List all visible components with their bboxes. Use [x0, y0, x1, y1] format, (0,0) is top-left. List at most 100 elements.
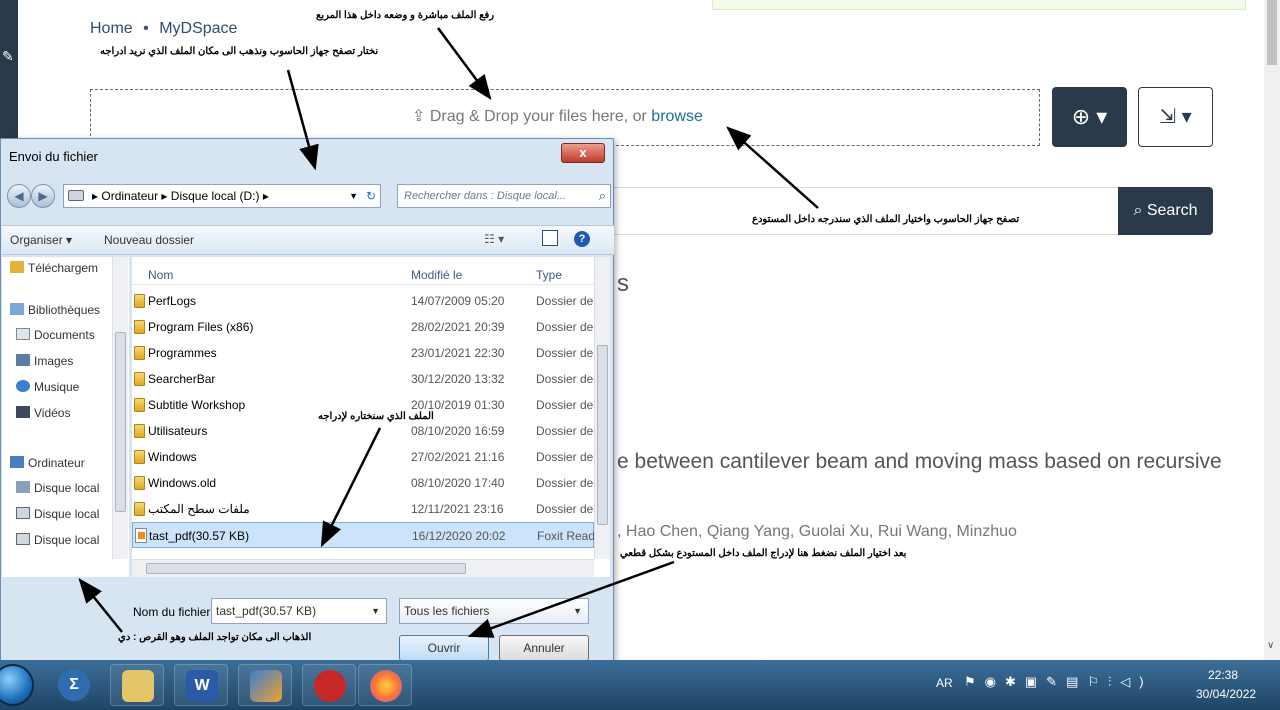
- navigation-scrollbar[interactable]: [112, 257, 128, 559]
- search-button-label: Search: [1146, 202, 1198, 219]
- taskbar-app-firefox[interactable]: [358, 664, 412, 706]
- nav-item-label: Musique: [34, 380, 80, 394]
- column-header-modified[interactable]: Modifié le: [411, 268, 462, 282]
- view-options-icon[interactable]: ☷ ▾: [484, 232, 504, 246]
- chevron-down-icon[interactable]: ▼: [573, 599, 582, 623]
- filename-label: Nom du fichier :: [133, 605, 218, 619]
- nav-item-label: Disque local: [34, 507, 100, 521]
- pdf-file-icon: [135, 528, 147, 543]
- nav-item-computer[interactable]: Ordinateur: [10, 456, 85, 470]
- folder-icon: [134, 450, 145, 464]
- address-separator: ▸: [262, 189, 269, 203]
- page-scrollbar[interactable]: ∨: [1264, 0, 1280, 660]
- documents-icon: [16, 328, 30, 340]
- chevron-down-icon[interactable]: ▼: [349, 185, 358, 207]
- breadcrumb-home-link[interactable]: Home: [90, 20, 133, 37]
- file-list-scrollbar-thumb[interactable]: [597, 345, 608, 525]
- nav-item-disk-d[interactable]: Disque local: [16, 507, 99, 521]
- system-tray-icons[interactable]: ⚑◉✱▣✎▤⚐⫶◁): [964, 674, 1153, 690]
- clock-date[interactable]: 30/04/2022: [1196, 687, 1256, 701]
- taskbar-app-red[interactable]: [302, 664, 356, 706]
- file-row[interactable]: tast_pdf(30.57 KB) 16/12/2020 20:02 Foxit …: [132, 522, 595, 548]
- file-row[interactable]: Windows.old 08/10/2020 17:40 Dossier de: [132, 470, 594, 496]
- nav-item-videos[interactable]: Vidéos: [16, 406, 70, 420]
- file-row[interactable]: Programmes 23/01/2021 22:30 Dossier de: [132, 340, 594, 366]
- taskbar-app-explorer[interactable]: [110, 664, 164, 706]
- import-icon: ⇲ ▾: [1159, 106, 1192, 128]
- music-icon: [16, 380, 30, 392]
- nav-item-images[interactable]: Images: [16, 354, 73, 368]
- firefox-icon: [370, 670, 402, 702]
- chevron-down-icon[interactable]: ▼: [371, 599, 380, 623]
- folder-icon: [134, 398, 145, 412]
- file-type: Dossier de: [536, 320, 594, 334]
- page-scrollbar-thumb[interactable]: [1267, 0, 1277, 65]
- nav-item-disk-c[interactable]: Disque local: [16, 481, 99, 495]
- nav-item-label: Disque local: [34, 533, 100, 547]
- column-header-name[interactable]: Nom: [148, 268, 173, 282]
- filetype-select[interactable]: Tous les fichiers ▼: [399, 598, 589, 624]
- system-drive-icon: [16, 481, 30, 493]
- file-row[interactable]: Program Files (x86) 28/02/2021 20:39 Dossi…: [132, 314, 594, 340]
- nav-item-libraries[interactable]: Bibliothèques: [10, 303, 100, 317]
- clock-time[interactable]: 22:38: [1208, 668, 1238, 682]
- taskbar-app-word[interactable]: W: [174, 664, 228, 706]
- import-button[interactable]: ⇲ ▾: [1138, 87, 1213, 147]
- file-modified-date: 16/12/2020 20:02: [412, 529, 506, 543]
- back-arrow-icon[interactable]: ◀: [7, 184, 31, 208]
- column-header-type[interactable]: Type: [536, 268, 562, 282]
- cancel-button[interactable]: Annuler: [499, 635, 589, 661]
- nav-item-label: Vidéos: [34, 406, 71, 420]
- nav-item-label: Téléchargem: [28, 261, 99, 275]
- taskbar-app-pdf-editor[interactable]: [238, 664, 292, 706]
- file-modified-date: 12/11/2021 23:16: [411, 502, 504, 516]
- language-indicator[interactable]: AR: [936, 676, 953, 690]
- upload-icon: ⇪: [412, 108, 426, 125]
- open-button[interactable]: Ouvrir: [399, 635, 489, 661]
- file-modified-date: 20/10/2019 01:30: [411, 398, 505, 412]
- address-bar[interactable]: ▸ Ordinateur ▸ Disque local (D:) ▸ ▼ ↻: [63, 184, 381, 208]
- scroll-down-arrow-icon[interactable]: ∨: [1267, 640, 1274, 651]
- file-row[interactable]: Windows 27/02/2021 21:16 Dossier de: [132, 444, 594, 470]
- file-row[interactable]: PerfLogs 14/07/2009 05:20 Dossier de: [132, 288, 594, 314]
- folder-icon: [134, 502, 145, 516]
- nav-item-music[interactable]: Musique: [16, 380, 79, 394]
- file-modified-date: 28/02/2021 20:39: [411, 320, 505, 334]
- file-modified-date: 08/10/2020 17:40: [411, 476, 505, 490]
- file-type: Dossier de: [536, 346, 594, 360]
- nav-item-disk-e[interactable]: Disque local: [16, 533, 99, 547]
- file-row[interactable]: ملفات سطح المكتب 12/11/2021 23:16 Dossier …: [132, 496, 594, 522]
- search-button[interactable]: ⌕ Search: [1118, 187, 1213, 235]
- refresh-icon[interactable]: ↻: [366, 185, 376, 207]
- file-name: Subtitle Workshop: [148, 398, 246, 412]
- item-title[interactable]: e between cantilever beam and moving mas…: [617, 450, 1222, 474]
- breadcrumb-separator: •: [143, 20, 149, 37]
- breadcrumb: Home • MyDSpace: [90, 20, 237, 38]
- file-row[interactable]: SearcherBar 30/12/2020 13:32 Dossier de: [132, 366, 594, 392]
- taskbar-app-sigma[interactable]: Σ: [52, 664, 98, 706]
- address-part-computer[interactable]: Ordinateur: [101, 189, 158, 203]
- help-icon[interactable]: ?: [574, 231, 590, 247]
- nav-item-documents[interactable]: Documents: [16, 328, 95, 342]
- address-part-drive[interactable]: Disque local (D:): [171, 189, 260, 203]
- browse-link[interactable]: browse: [651, 108, 703, 125]
- nav-item-downloads[interactable]: Téléchargem: [10, 261, 98, 275]
- search-input[interactable]: [610, 187, 1118, 235]
- dialog-search-input[interactable]: Rechercher dans : Disque local... ⌕: [397, 184, 611, 208]
- start-button[interactable]: [0, 664, 34, 706]
- search-icon[interactable]: ⌕: [599, 185, 606, 207]
- add-button[interactable]: ⊕ ▾: [1052, 87, 1127, 147]
- file-list-horizontal-scrollbar[interactable]: [132, 559, 594, 577]
- file-list-vertical-scrollbar[interactable]: [594, 257, 610, 559]
- preview-pane-icon[interactable]: [542, 230, 558, 246]
- dialog-close-button[interactable]: x: [561, 143, 605, 163]
- pencil-icon[interactable]: ✎: [2, 48, 14, 65]
- new-folder-button[interactable]: Nouveau dossier: [104, 233, 194, 247]
- navigation-scrollbar-thumb[interactable]: [115, 332, 126, 512]
- forward-arrow-icon[interactable]: ▶: [31, 184, 55, 208]
- file-name: Windows: [148, 450, 197, 464]
- organize-menu[interactable]: Organiser ▾: [10, 233, 72, 247]
- filename-input[interactable]: tast_pdf(30.57 KB) ▼: [211, 598, 387, 624]
- file-list-hscroll-thumb[interactable]: [146, 563, 466, 574]
- file-modified-date: 23/01/2021 22:30: [411, 346, 505, 360]
